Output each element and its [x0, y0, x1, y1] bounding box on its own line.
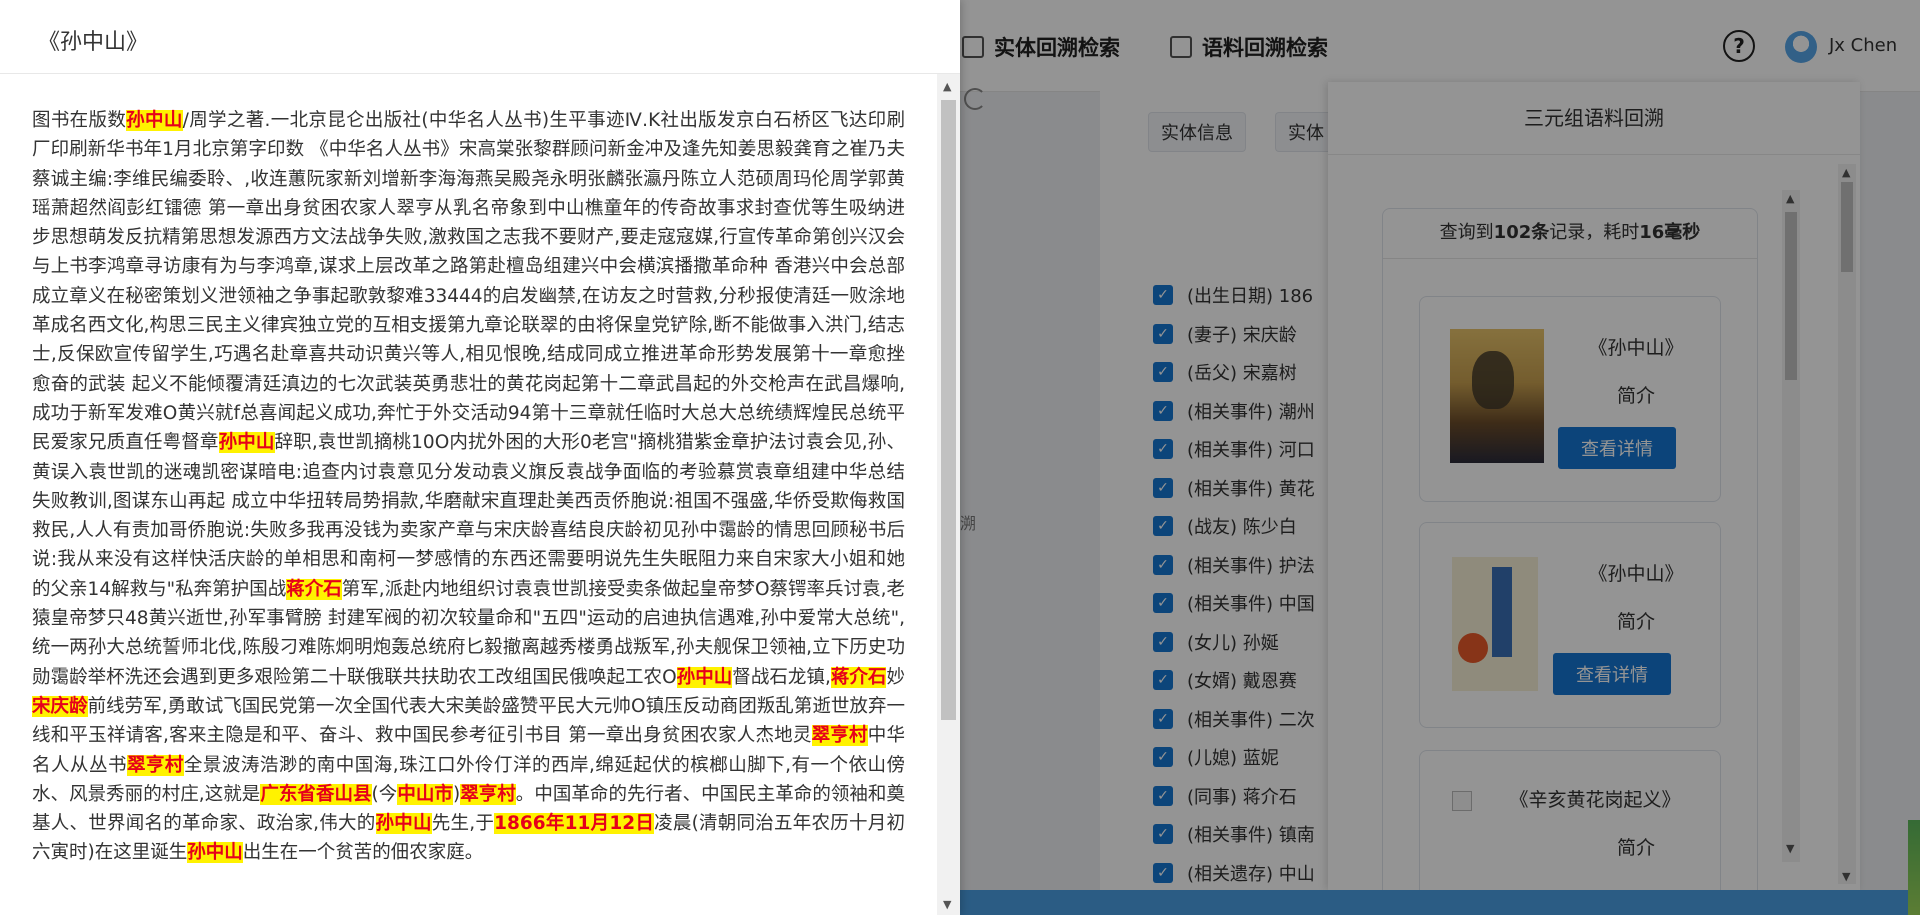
document-text: 图书在版数孙中山/周学之著.一北京昆仑出版社(中华名人丛书)生平事迹Ⅳ.K社出版…: [32, 106, 905, 868]
highlighted-keyword: 孙中山: [218, 432, 275, 454]
text-segment: 出生在一个贫苦的佃农家庭。: [242, 842, 484, 864]
document-title: 《孙中山》: [38, 30, 149, 55]
highlighted-keyword: 孙中山: [676, 666, 733, 688]
highlighted-keyword: 1866年11月12日: [494, 813, 655, 835]
text-segment: 先生,于: [431, 813, 495, 835]
highlighted-keyword: 翠亨村: [126, 754, 184, 776]
highlighted-keyword: 蒋介石: [830, 666, 887, 688]
text-segment: 辞职,袁世凯摘桃10O内扰外困的大形0老宫"摘桃猎紫金章护法讨袁会见,孙、黄误入…: [32, 432, 905, 600]
document-scrollbar-thumb[interactable]: [941, 100, 956, 720]
highlighted-keyword: 广东省香山县: [260, 783, 372, 805]
text-segment: (今: [371, 783, 398, 805]
text-segment: 督战石龙镇,: [732, 666, 831, 688]
highlighted-keyword: 孙中山: [375, 813, 432, 835]
highlighted-keyword: 蒋介石: [286, 578, 342, 600]
document-scroll-down-icon[interactable]: ▼: [943, 898, 951, 911]
document-viewer: 《孙中山》 图书在版数孙中山/周学之著.一北京昆仑出版社(中华名人丛书)生平事迹…: [0, 0, 960, 915]
text-segment: 前线劳军,勇敢试飞国民党第一次全国代表大宋美龄盛赞平民大元帅O镇压反动商团叛乱第…: [32, 695, 905, 747]
highlighted-keyword: 宋庆龄: [32, 695, 88, 717]
document-header: 《孙中山》: [0, 0, 960, 74]
highlighted-keyword: 孙中山: [187, 842, 243, 864]
modal-overlay[interactable]: [960, 0, 1920, 915]
highlighted-keyword: 翠亨村: [460, 783, 516, 805]
document-body: 图书在版数孙中山/周学之著.一北京昆仑出版社(中华名人丛书)生平事迹Ⅳ.K社出版…: [0, 74, 937, 915]
text-segment: 图书在版数: [32, 110, 127, 131]
text-segment: /周学之著.一北京昆仑出版社(中华名人丛书)生平事迹Ⅳ.K社出版发京白石桥区飞达…: [32, 110, 905, 454]
text-segment: 妙: [886, 666, 905, 688]
highlighted-keyword: 中山市: [397, 783, 453, 805]
document-scroll-up-icon[interactable]: ▲: [943, 80, 951, 93]
highlighted-keyword: 孙中山: [126, 110, 183, 131]
highlighted-keyword: 翠亨村: [811, 725, 868, 747]
